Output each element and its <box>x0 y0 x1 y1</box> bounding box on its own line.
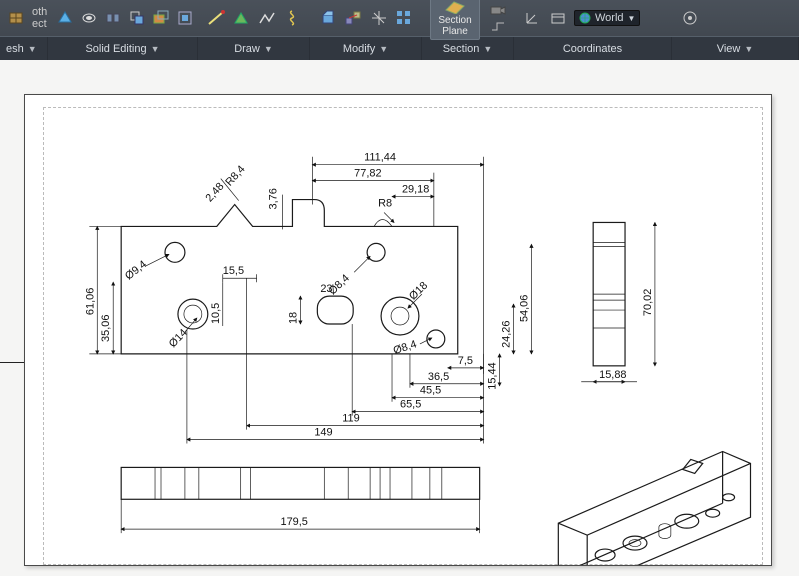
svg-text:35,06: 35,06 <box>100 315 112 342</box>
thicken-icon[interactable] <box>80 8 98 28</box>
dim-18: 18 <box>287 296 300 324</box>
dim-15-88: 15,88 <box>581 369 637 382</box>
view-group <box>672 0 799 36</box>
array3d-icon[interactable] <box>395 8 415 28</box>
named-ucs-icon[interactable] <box>548 8 568 28</box>
modify-group <box>310 0 422 36</box>
ribbon-icons-row: othect Section <box>0 0 799 36</box>
svg-text:179,5: 179,5 <box>281 516 308 528</box>
svg-text:24,26: 24,26 <box>501 321 513 348</box>
dim-54-06: 54,06 <box>518 244 531 354</box>
separate-icon[interactable] <box>104 8 122 28</box>
dim-3-76: 3,76 <box>268 188 283 229</box>
svg-text:Ø18: Ø18 <box>407 280 430 303</box>
svg-text:45,5: 45,5 <box>420 385 441 397</box>
helix-icon[interactable] <box>283 8 303 28</box>
svg-text:65,5: 65,5 <box>400 399 421 411</box>
slice-icon[interactable] <box>56 8 74 28</box>
svg-text:29,18: 29,18 <box>402 184 429 196</box>
intersect-icon[interactable] <box>128 8 146 28</box>
svg-text:77,82: 77,82 <box>354 168 381 180</box>
panel-draw[interactable]: Draw▼ <box>198 37 310 60</box>
section-group: Section Plane <box>422 0 514 36</box>
ribbon-toolbar: othect Section <box>0 0 799 60</box>
svg-text:3,76: 3,76 <box>268 188 280 209</box>
svg-text:70,02: 70,02 <box>642 289 654 316</box>
coord-selector-value: World <box>595 12 624 24</box>
coordinates-group: World ▼ <box>514 0 672 36</box>
svg-text:15,44: 15,44 <box>487 362 499 389</box>
svg-text:Ø8,4: Ø8,4 <box>327 272 352 297</box>
ucs-icon[interactable] <box>522 8 542 28</box>
panel-solid-editing[interactable]: Solid Editing▼ <box>48 37 198 60</box>
region-icon[interactable] <box>232 8 252 28</box>
dim-7-5: 7,5 <box>448 355 484 368</box>
3dmove-icon[interactable] <box>369 8 389 28</box>
panel-coordinates[interactable]: Coordinates <box>514 37 672 60</box>
dim-24-26: 24,26 <box>501 304 514 354</box>
svg-text:18: 18 <box>287 312 299 324</box>
section-plane-button[interactable]: Section Plane <box>430 0 480 40</box>
coordinate-system-selector[interactable]: World ▼ <box>574 10 640 26</box>
dim-29-18: 29,18 <box>392 184 434 197</box>
shell-icon[interactable] <box>176 8 194 28</box>
section-camera-icon[interactable] <box>490 3 506 17</box>
svg-text:10,5: 10,5 <box>210 303 222 324</box>
ribbon-labels-row: esh▼ Solid Editing▼ Draw▼ Modify▼ Sectio… <box>0 36 799 60</box>
svg-text:Ø9,4: Ø9,4 <box>123 258 149 282</box>
draw-group <box>198 0 310 36</box>
svg-text:R8: R8 <box>378 198 392 210</box>
svg-text:61,06: 61,06 <box>84 288 96 315</box>
dim-15-44: 15,44 <box>487 354 500 390</box>
panel-view[interactable]: View▼ <box>672 37 799 60</box>
svg-text:36,5: 36,5 <box>428 371 449 383</box>
line-icon[interactable] <box>206 8 226 28</box>
svg-text:111,44: 111,44 <box>364 152 396 164</box>
isometric-view <box>558 451 750 565</box>
mesh-convert-icon[interactable] <box>8 8 26 28</box>
section-plane-label: Section Plane <box>438 15 471 37</box>
svg-text:2,48: 2,48 <box>203 181 226 205</box>
panel-mesh[interactable]: esh▼ <box>0 37 48 60</box>
dim-dia14: Ø14 <box>167 318 197 350</box>
view-steer-icon[interactable] <box>680 8 700 28</box>
solidedit-icon[interactable] <box>318 8 338 28</box>
dim-dia18: Ø18 <box>407 280 430 308</box>
polyline3d-icon[interactable] <box>257 8 277 28</box>
cad-drawing: 111,44 77,82 29,18 R8 3,76 2,48 R8,4 <box>25 95 771 565</box>
align-icon[interactable] <box>344 8 364 28</box>
world-icon <box>579 12 591 24</box>
offset-icon[interactable] <box>152 8 170 28</box>
dim-r8: R8 <box>378 198 394 223</box>
section-add-jog-icon[interactable] <box>490 19 506 33</box>
svg-text:149: 149 <box>314 427 332 439</box>
panel-section[interactable]: Section▼ <box>422 37 514 60</box>
svg-text:15,88: 15,88 <box>599 369 626 381</box>
dim-r8-4: R8,4 <box>223 163 247 188</box>
dim-10-5: 10,5 <box>210 282 223 326</box>
svg-text:7,5: 7,5 <box>458 355 473 367</box>
paper-sheet: 111,44 77,82 29,18 R8 3,76 2,48 R8,4 <box>24 94 772 566</box>
svg-text:15,5: 15,5 <box>223 265 244 277</box>
drawing-viewport[interactable]: 111,44 77,82 29,18 R8 3,76 2,48 R8,4 <box>0 60 799 576</box>
svg-text:54,06: 54,06 <box>518 295 530 322</box>
svg-text:119: 119 <box>342 413 359 425</box>
dim-77-82: 77,82 <box>312 168 433 227</box>
panel-modify[interactable]: Modify▼ <box>310 37 422 60</box>
solid-editing-group <box>48 0 198 36</box>
dim-70-02: 70,02 <box>642 222 655 365</box>
dim-179-5: 179,5 <box>121 499 479 533</box>
svg-text:R8,4: R8,4 <box>223 163 247 188</box>
dim-dia9-4: Ø9,4 <box>123 254 169 282</box>
mesh-group: othect <box>0 0 48 36</box>
dim-35-06: 35,06 <box>100 282 113 354</box>
dim-dia8-4a: Ø8,4 <box>327 256 371 297</box>
dim-65-5: 65,5 <box>352 324 483 416</box>
dim-15-5: 15,5 <box>223 265 244 277</box>
